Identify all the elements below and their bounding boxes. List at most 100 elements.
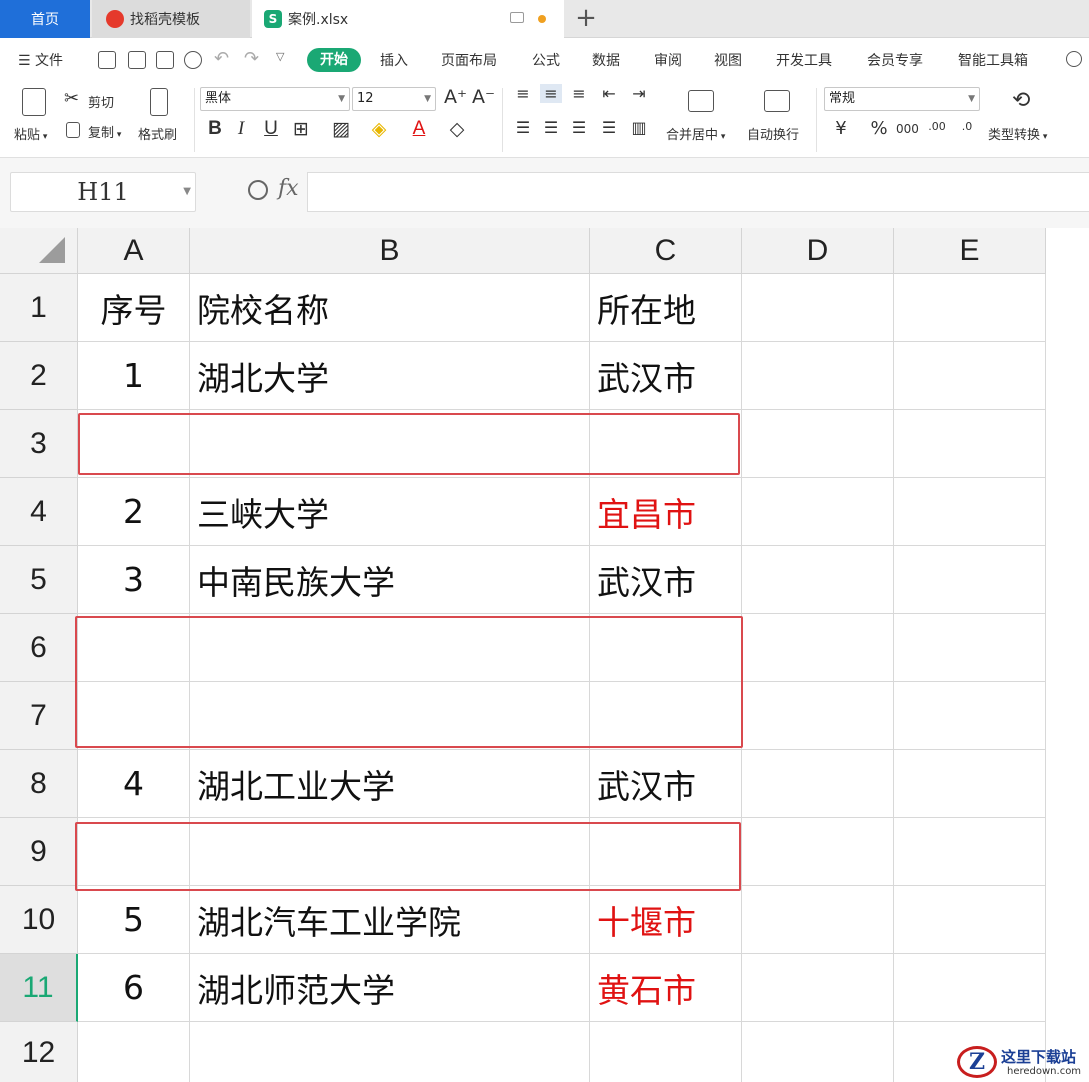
fill-color-icon[interactable]: ◈ <box>368 118 390 140</box>
cell-b11[interactable]: 湖北师范大学 <box>190 954 590 1022</box>
cell-d8[interactable] <box>742 750 894 818</box>
cell-a3[interactable] <box>78 410 190 478</box>
align-center-icon[interactable]: ☰ <box>540 118 562 137</box>
undo-icon[interactable]: ↶ <box>214 48 229 69</box>
decrease-font-icon[interactable]: A⁻ <box>472 86 495 108</box>
paste-icon[interactable] <box>22 88 46 116</box>
cell-b6[interactable] <box>190 614 590 682</box>
menu-tab-insert[interactable]: 插入 <box>380 50 408 70</box>
cell-d9[interactable] <box>742 818 894 886</box>
indent-increase-icon[interactable]: ⇥ <box>628 84 650 103</box>
monitor-icon[interactable] <box>510 12 524 23</box>
italic-icon[interactable]: I <box>230 118 252 140</box>
row-header-12[interactable]: 12 <box>0 1022 78 1082</box>
align-top-icon[interactable]: ≡ <box>512 84 534 103</box>
underline-icon[interactable]: U <box>260 118 282 140</box>
align-middle-icon[interactable]: ≡ <box>540 84 562 103</box>
cell-d7[interactable] <box>742 682 894 750</box>
thousands-icon[interactable]: 000 <box>896 122 919 136</box>
increase-font-icon[interactable]: A⁺ <box>444 86 467 108</box>
type-convert-button[interactable]: 类型转换 ▾ <box>988 124 1047 143</box>
quick-access-dropdown-icon[interactable]: ▽ <box>276 50 284 63</box>
cell-a1[interactable]: 序号 <box>78 274 190 342</box>
menu-tab-view[interactable]: 视图 <box>714 50 742 70</box>
column-header-d[interactable]: D <box>742 228 894 274</box>
cell-d4[interactable] <box>742 478 894 546</box>
redo-icon[interactable]: ↷ <box>244 48 259 69</box>
cell-e6[interactable] <box>894 614 1046 682</box>
row-header-4[interactable]: 4 <box>0 478 78 546</box>
justify-icon[interactable]: ☰ <box>598 118 620 137</box>
row-header-2[interactable]: 2 <box>0 342 78 410</box>
cell-b9[interactable] <box>190 818 590 886</box>
decrease-decimal-icon[interactable]: .0 <box>956 120 978 133</box>
cell-c11[interactable]: 黄石市 <box>590 954 742 1022</box>
indent-decrease-icon[interactable]: ⇤ <box>598 84 620 103</box>
bold-icon[interactable]: B <box>204 118 226 140</box>
cell-b4[interactable]: 三峡大学 <box>190 478 590 546</box>
cell-a8[interactable]: 4 <box>78 750 190 818</box>
cell-e8[interactable] <box>894 750 1046 818</box>
cell-d1[interactable] <box>742 274 894 342</box>
cell-b10[interactable]: 湖北汽车工业学院 <box>190 886 590 954</box>
cell-c7[interactable] <box>590 682 742 750</box>
cell-c5[interactable]: 武汉市 <box>590 546 742 614</box>
row-header-11[interactable]: 11 <box>0 954 78 1022</box>
cell-a12[interactable] <box>78 1022 190 1082</box>
search-icon[interactable] <box>1066 51 1082 67</box>
cell-e5[interactable] <box>894 546 1046 614</box>
row-header-9[interactable]: 9 <box>0 818 78 886</box>
percent-icon[interactable]: % <box>868 118 890 139</box>
cell-c4[interactable]: 宜昌市 <box>590 478 742 546</box>
cell-e9[interactable] <box>894 818 1046 886</box>
cell-b5[interactable]: 中南民族大学 <box>190 546 590 614</box>
column-header-a[interactable]: A <box>78 228 190 274</box>
formula-input[interactable] <box>307 172 1089 212</box>
font-size-select[interactable]: 12 ▼ <box>352 87 436 111</box>
column-header-e[interactable]: E <box>894 228 1046 274</box>
cell-b8[interactable]: 湖北工业大学 <box>190 750 590 818</box>
row-header-5[interactable]: 5 <box>0 546 78 614</box>
cell-b3[interactable] <box>190 410 590 478</box>
tab-docer-templates[interactable]: 找稻壳模板 <box>92 0 250 38</box>
cell-c10[interactable]: 十堰市 <box>590 886 742 954</box>
cell-d3[interactable] <box>742 410 894 478</box>
select-all-corner[interactable] <box>0 228 78 274</box>
clear-format-icon[interactable]: ◇ <box>446 118 468 140</box>
cell-d12[interactable] <box>742 1022 894 1082</box>
cell-c8[interactable]: 武汉市 <box>590 750 742 818</box>
cell-e10[interactable] <box>894 886 1046 954</box>
row-header-7[interactable]: 7 <box>0 682 78 750</box>
cell-a2[interactable]: 1 <box>78 342 190 410</box>
print-icon[interactable] <box>156 51 174 69</box>
menu-tab-smart-tools[interactable]: 智能工具箱 <box>958 50 1028 70</box>
print-preview-icon[interactable] <box>184 51 202 69</box>
cell-b7[interactable] <box>190 682 590 750</box>
font-color-icon[interactable]: A <box>408 118 430 140</box>
cell-a11[interactable]: 6 <box>78 954 190 1022</box>
menu-tab-data[interactable]: 数据 <box>592 50 620 70</box>
cell-a10[interactable]: 5 <box>78 886 190 954</box>
distributed-icon[interactable]: ▥ <box>628 118 650 137</box>
cell-e4[interactable] <box>894 478 1046 546</box>
paste-button[interactable]: 粘贴 ▾ <box>14 124 47 143</box>
cell-c2[interactable]: 武汉市 <box>590 342 742 410</box>
cell-e3[interactable] <box>894 410 1046 478</box>
menu-file[interactable]: ☰ 文件 <box>18 50 63 70</box>
row-header-3[interactable]: 3 <box>0 410 78 478</box>
menu-tab-member[interactable]: 会员专享 <box>867 50 923 70</box>
cell-c9[interactable] <box>590 818 742 886</box>
cell-d5[interactable] <box>742 546 894 614</box>
cell-d10[interactable] <box>742 886 894 954</box>
cell-d2[interactable] <box>742 342 894 410</box>
tab-spreadsheet-file[interactable]: S 案例.xlsx <box>252 0 564 38</box>
menu-tab-developer[interactable]: 开发工具 <box>776 50 832 70</box>
cell-e1[interactable] <box>894 274 1046 342</box>
align-right-icon[interactable]: ☰ <box>568 118 590 137</box>
column-header-b[interactable]: B <box>190 228 590 274</box>
cell-b12[interactable] <box>190 1022 590 1082</box>
cell-b2[interactable]: 湖北大学 <box>190 342 590 410</box>
cell-e11[interactable] <box>894 954 1046 1022</box>
zoom-formula-icon[interactable] <box>248 180 268 200</box>
copy-button[interactable]: 复制 ▾ <box>88 122 121 141</box>
